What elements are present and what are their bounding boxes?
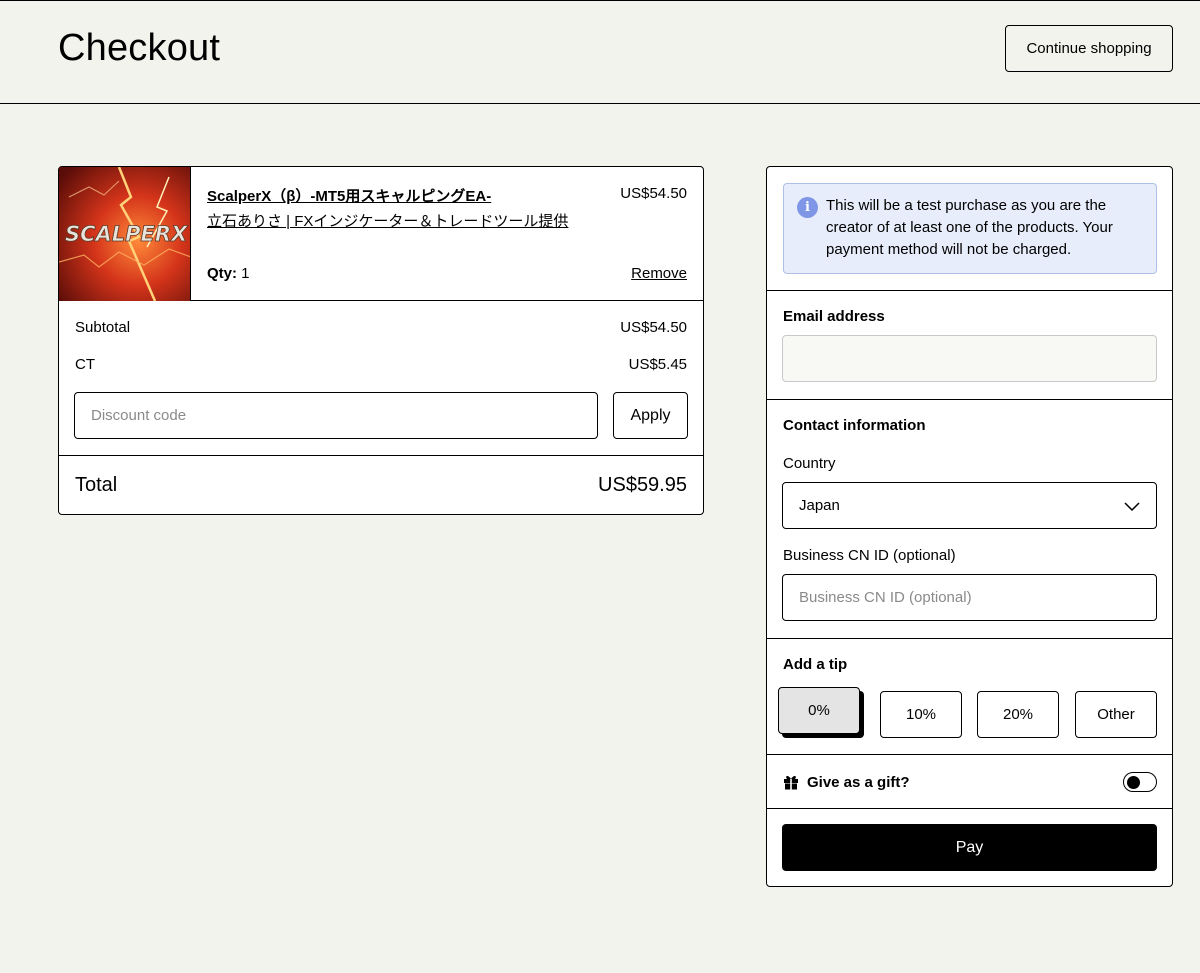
- cart-summary: SCALPERX ScalperX（β）-MT5用スキャルピングEA- 立石あり…: [58, 166, 704, 515]
- continue-shopping-button[interactable]: Continue shopping: [1005, 25, 1173, 72]
- page-title: Checkout: [58, 27, 221, 69]
- country-value: Japan: [799, 497, 840, 514]
- remove-item-link[interactable]: Remove: [631, 265, 687, 282]
- tip-option-0[interactable]: 0%: [778, 687, 860, 734]
- item-price: US$54.50: [620, 185, 687, 202]
- subtotal-label: Subtotal: [75, 319, 131, 336]
- notice-text: This will be a test purchase as you are …: [826, 197, 1113, 258]
- qty-label: Qty:: [207, 265, 237, 282]
- product-thumbnail-image: SCALPERX: [59, 167, 190, 301]
- tax-row: CT US$5.45: [75, 356, 687, 373]
- chevron-down-icon: [1124, 501, 1140, 511]
- email-label: Email address: [783, 308, 885, 325]
- tax-value: US$5.45: [628, 356, 687, 373]
- business-cn-id-label: Business CN ID (optional): [783, 547, 956, 564]
- seller-name-link[interactable]: 立石ありさ | FXインジケーター＆トレードツール提供: [207, 210, 627, 231]
- pay-button[interactable]: Pay: [782, 824, 1157, 871]
- gift-icon: [784, 775, 798, 790]
- product-thumbnail[interactable]: SCALPERX: [59, 167, 191, 301]
- gift-toggle[interactable]: [1123, 772, 1157, 792]
- thumbnail-logo-text: SCALPERX: [65, 222, 189, 246]
- qty-value: 1: [241, 265, 250, 282]
- gift-toggle-knob: [1127, 775, 1140, 789]
- country-select[interactable]: Japan: [782, 482, 1157, 529]
- tax-label: CT: [75, 356, 95, 373]
- apply-discount-button[interactable]: Apply: [613, 392, 688, 439]
- page-header: Checkout Continue shopping: [0, 1, 1200, 104]
- country-label: Country: [783, 455, 836, 472]
- discount-code-input[interactable]: [74, 392, 598, 439]
- tip-heading: Add a tip: [783, 656, 848, 673]
- tip-option-10[interactable]: 10%: [880, 691, 962, 738]
- business-cn-id-input[interactable]: [782, 574, 1157, 621]
- info-icon: i: [797, 197, 818, 218]
- tip-option-other[interactable]: Other: [1075, 691, 1157, 738]
- total-label: Total: [75, 473, 118, 496]
- subtotal-row: Subtotal US$54.50: [75, 319, 687, 336]
- item-quantity: Qty: 1: [207, 265, 250, 282]
- total-row: Total US$59.95: [59, 455, 703, 514]
- payment-panel: i This will be a test purchase as you ar…: [766, 166, 1173, 887]
- subtotal-value: US$54.50: [620, 319, 687, 336]
- tip-option-20[interactable]: 20%: [977, 691, 1059, 738]
- gift-label: Give as a gift?: [807, 773, 910, 791]
- email-field[interactable]: [782, 335, 1157, 382]
- total-value: US$59.95: [598, 473, 687, 496]
- test-purchase-notice: i This will be a test purchase as you ar…: [783, 183, 1157, 274]
- notice-section: i This will be a test purchase as you ar…: [767, 167, 1172, 291]
- gift-row: Give as a gift?: [783, 770, 1157, 794]
- cart-item: SCALPERX ScalperX（β）-MT5用スキャルピングEA- 立石あり…: [59, 167, 703, 301]
- contact-info-heading: Contact information: [783, 417, 926, 434]
- product-name-link[interactable]: ScalperX（β）-MT5用スキャルピングEA-: [207, 185, 607, 206]
